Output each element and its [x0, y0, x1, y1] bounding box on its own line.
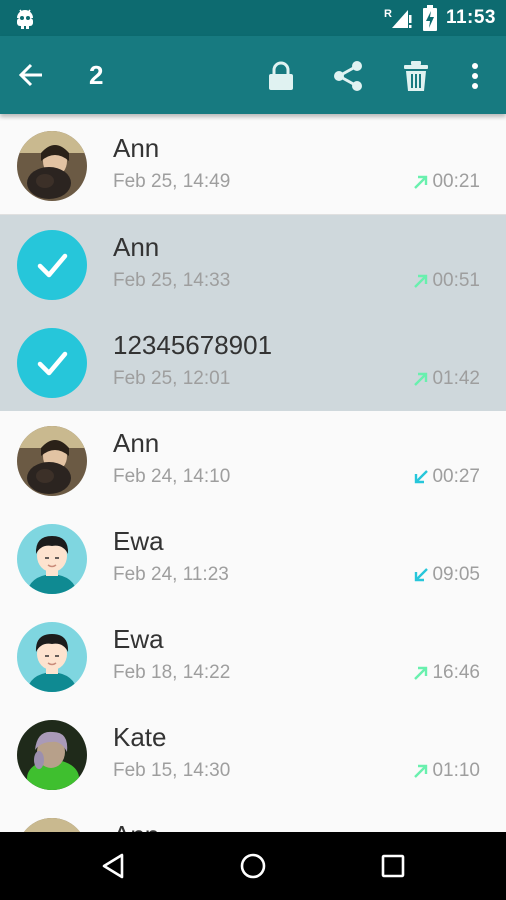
call-duration: 09:05 [432, 564, 480, 585]
avatar-cartoon[interactable] [17, 622, 87, 692]
call-duration-wrap: 01:42 [413, 367, 480, 391]
call-row[interactable]: Ewa Feb 24, 11:23 09:05 [0, 509, 506, 607]
more-options-button[interactable] [455, 56, 495, 96]
lock-icon [269, 61, 293, 90]
call-date: Feb 25, 14:33 [113, 270, 231, 291]
navigation-bar [0, 832, 506, 900]
selected-count: 2 [89, 60, 104, 90]
call-duration-wrap: 01:10 [413, 759, 480, 783]
outgoing-call-icon [414, 764, 428, 778]
home-circle-icon [240, 853, 266, 879]
contact-name: Ann [113, 133, 160, 163]
outgoing-call-icon [414, 274, 428, 288]
incoming-call-icon [415, 568, 429, 582]
nav-recents-button[interactable] [373, 846, 413, 886]
call-duration: 00:27 [432, 466, 480, 487]
call-row[interactable]: Ann [0, 803, 506, 832]
avatar-photo[interactable] [17, 426, 87, 496]
call-date: Feb 24, 11:23 [113, 564, 229, 585]
call-row[interactable]: Ewa Feb 18, 14:22 16:46 [0, 607, 506, 705]
nav-home-button[interactable] [233, 846, 273, 886]
contact-name: Ann [113, 428, 160, 458]
back-arrow-icon [18, 63, 42, 87]
outgoing-call-icon [414, 372, 428, 386]
call-duration-wrap: 00:51 [413, 269, 480, 293]
android-icon [17, 9, 33, 29]
avatar-photo[interactable] [17, 818, 87, 832]
check-icon [37, 351, 68, 376]
contact-name: Kate [113, 722, 167, 752]
call-duration-wrap: 16:46 [413, 661, 480, 685]
call-date: Feb 25, 12:01 [113, 368, 231, 389]
call-date: Feb 25, 14:49 [113, 171, 231, 192]
avatar-photo[interactable] [17, 131, 87, 201]
call-row[interactable]: Ann Feb 25, 14:49 00:21 [0, 114, 506, 215]
incoming-call-icon [415, 470, 429, 484]
call-row-selected[interactable]: Ann Feb 25, 14:33 00:51 [0, 215, 506, 313]
back-triangle-icon [102, 853, 124, 879]
call-row[interactable]: Kate Feb 15, 14:30 01:10 [0, 705, 506, 803]
outgoing-call-icon [414, 175, 428, 189]
clock: 11:53 [445, 7, 496, 28]
contact-name: Ewa [113, 624, 164, 654]
network-label: R [384, 8, 392, 20]
share-button[interactable] [328, 56, 368, 96]
contact-name: 12345678901 [113, 330, 273, 360]
lock-button[interactable] [261, 56, 301, 96]
call-duration: 00:21 [432, 171, 480, 192]
call-log-list[interactable]: Ann Feb 25, 14:49 00:21 Ann Feb 25, 14:3… [0, 114, 506, 832]
avatar-cartoon[interactable] [17, 524, 87, 594]
selected-check-avatar[interactable] [17, 230, 87, 300]
check-icon [37, 253, 68, 278]
nav-back-button[interactable] [93, 846, 133, 886]
call-duration: 16:46 [432, 662, 480, 683]
call-row[interactable]: Ann Feb 24, 14:10 00:27 [0, 411, 506, 509]
trash-icon [404, 61, 428, 91]
avatar-photo[interactable] [17, 720, 87, 790]
status-bar: R 11:53 [0, 0, 506, 36]
contact-name: Ann [113, 819, 159, 832]
contact-name: Ann [113, 232, 160, 262]
call-duration-wrap: 00:21 [413, 170, 480, 194]
back-button[interactable] [14, 58, 48, 92]
call-date: Feb 18, 14:22 [113, 662, 231, 683]
call-duration: 00:51 [432, 270, 480, 291]
recents-square-icon [381, 854, 405, 878]
call-duration: 01:42 [432, 368, 480, 389]
call-date: Feb 24, 14:10 [113, 466, 231, 487]
call-duration-wrap: 09:05 [413, 563, 480, 587]
call-date: Feb 15, 14:30 [113, 760, 231, 781]
contact-name: Ewa [113, 526, 164, 556]
call-duration-wrap: 00:27 [413, 465, 480, 489]
call-row-selected[interactable]: 12345678901 Feb 25, 12:01 01:42 [0, 313, 506, 411]
selected-check-avatar[interactable] [17, 328, 87, 398]
app-bar: 2 [0, 36, 506, 114]
share-icon [334, 61, 362, 91]
outgoing-call-icon [414, 666, 428, 680]
delete-button[interactable] [396, 56, 436, 96]
call-duration: 01:10 [432, 760, 480, 781]
more-vert-icon [472, 63, 478, 89]
battery-charging-icon [422, 5, 437, 31]
signal-icon: R [384, 8, 412, 28]
